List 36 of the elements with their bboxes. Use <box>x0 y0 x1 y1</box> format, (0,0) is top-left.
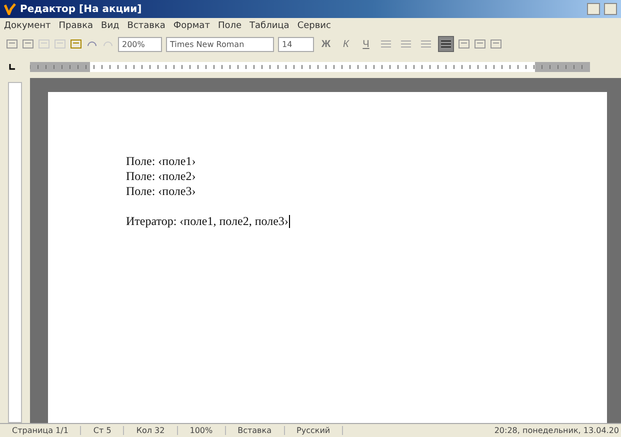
maximize-button[interactable] <box>604 3 617 15</box>
document-line: Поле: ‹поле3› <box>126 184 196 199</box>
minimize-button[interactable] <box>587 3 600 15</box>
clock: 20:28, понедельник, 13.04.20 <box>494 426 620 435</box>
align-icon <box>401 40 411 48</box>
italic-button[interactable]: К <box>338 36 354 52</box>
status-item: Вставка <box>226 426 285 435</box>
align-icon <box>441 40 451 48</box>
menu-item[interactable]: Вставка <box>127 21 166 31</box>
document-line: Поле: ‹поле2› <box>126 169 196 184</box>
menu-item[interactable]: Формат <box>173 21 210 31</box>
document-line: Поле: ‹поле1› <box>126 154 196 169</box>
app-icon <box>4 3 16 15</box>
menu-item[interactable]: Сервис <box>297 21 331 31</box>
window-title: Редактор [На акции] <box>20 4 143 14</box>
menu-item[interactable]: Вид <box>101 21 120 31</box>
status-item: Страница 1/1 <box>0 426 82 435</box>
align-button[interactable] <box>438 36 454 52</box>
status-item: Ст 5 <box>81 426 124 435</box>
underline-button[interactable]: Ч <box>358 36 374 52</box>
align-icon <box>421 40 431 48</box>
menu-item[interactable]: Таблица <box>250 21 290 31</box>
menu-item[interactable]: Поле <box>218 21 242 31</box>
zoom-select[interactable]: 200% <box>118 36 162 52</box>
bold-button[interactable]: Ж <box>318 36 334 52</box>
align-icon <box>381 40 391 48</box>
font-select[interactable]: Times New Roman <box>166 36 274 52</box>
size-select[interactable]: 14 <box>278 36 314 52</box>
menu-item[interactable]: Документ <box>4 21 51 31</box>
menu-item[interactable]: Правка <box>58 21 94 31</box>
status-item: Кол 32 <box>124 426 178 435</box>
status-item: 100% <box>178 426 226 435</box>
document-line: Итератор: ‹поле1, поле2, поле3› <box>126 214 288 229</box>
text-cursor <box>289 215 290 228</box>
status-item: Русский <box>284 426 344 435</box>
tab-stop-icon[interactable] <box>8 63 16 71</box>
